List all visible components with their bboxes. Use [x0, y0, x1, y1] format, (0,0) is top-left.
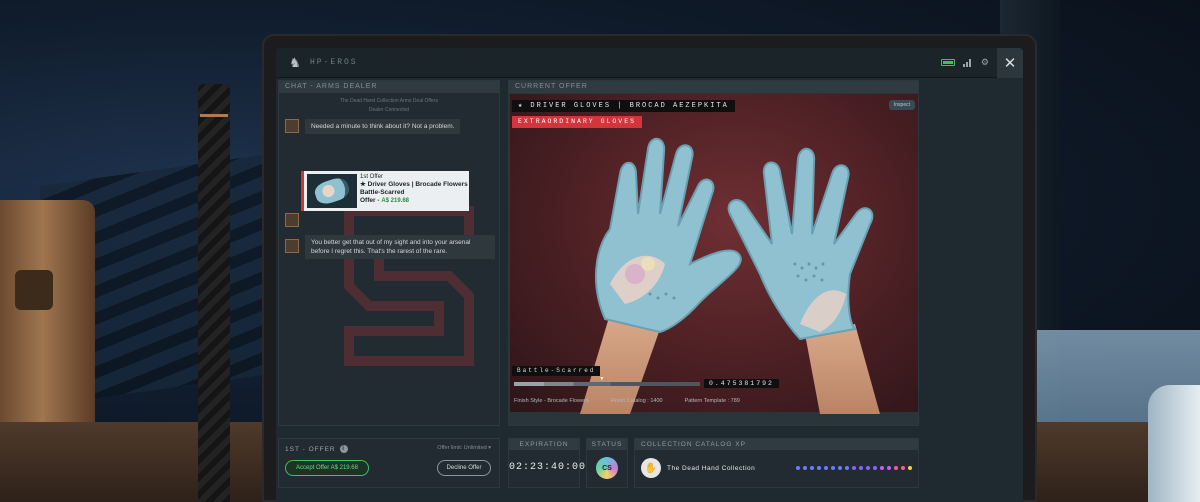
offer-actions-panel: 1ST - OFFER i Offer limit: Unlimited ▾ A…	[278, 438, 500, 488]
xp-dot	[803, 466, 807, 470]
xp-dot	[845, 466, 849, 470]
chat-meta-status: Dealer Connected	[368, 107, 410, 113]
cs-status-icon: CS	[596, 457, 618, 479]
xp-dot	[817, 466, 821, 470]
chat-header: Chat - Arms Dealer	[279, 81, 499, 93]
xp-dot	[894, 466, 898, 470]
background-cabinet	[0, 200, 95, 460]
xp-dot	[810, 466, 814, 470]
offer-info: 1st Offer ★ Driver Gloves | Brocade Flow…	[360, 171, 468, 211]
decline-offer-button[interactable]: Decline Offer	[437, 460, 491, 476]
rarity-label: EXTRAORDINARY GLOVES	[512, 116, 643, 128]
xp-dot	[866, 466, 870, 470]
xp-dot	[859, 466, 863, 470]
xp-dot	[880, 466, 884, 470]
watermark-logo-icon	[344, 206, 474, 366]
offer-limit-dropdown[interactable]: Offer limit: Unlimited ▾	[437, 445, 491, 451]
offer-label: 1st Offer	[360, 174, 383, 180]
close-button[interactable]: ✕	[997, 48, 1023, 78]
mug	[1148, 385, 1200, 502]
xp-dot	[908, 466, 912, 470]
dealer-avatar	[285, 213, 299, 227]
dealer-avatar	[285, 239, 299, 253]
chat-message: Needed a minute to think about it? Not a…	[285, 119, 461, 134]
status-panel: Status CS	[586, 438, 628, 488]
close-icon: ✕	[1003, 54, 1017, 72]
xp-dot	[838, 466, 842, 470]
battery-icon	[940, 59, 955, 66]
laptop-screen: ♞ HP-EROS ⚙ ✕ Chat - Arms Dealer The Dea…	[276, 48, 1023, 502]
horse-logo-icon: ♞	[289, 54, 301, 70]
current-offer-header: Current Offer	[509, 81, 918, 93]
settings-icon[interactable]: ⚙	[981, 57, 989, 68]
xp-progress-dots	[796, 466, 912, 470]
collection-xp-header: Collection Catalog XP	[635, 439, 918, 450]
current-offer-panel: Current Offer	[508, 80, 919, 426]
system-tray: ⚙	[940, 57, 989, 68]
xp-dot	[873, 466, 877, 470]
offer-wear: Battle-Scarred	[360, 189, 405, 196]
chat-meta: The Dead Hand Collection Arms Deal Offer…	[279, 97, 499, 115]
brand-name: HP-EROS	[310, 58, 358, 67]
chat-panel: Chat - Arms Dealer The Dead Hand Collect…	[278, 80, 500, 426]
xp-dot	[887, 466, 891, 470]
offer-price: A$ 219.68	[381, 198, 410, 204]
accept-offer-button[interactable]: Accept Offer A$ 219.68	[285, 460, 369, 476]
dead-hand-icon: ✋	[641, 458, 661, 478]
offer-bar-title: 1ST - OFFER i	[285, 445, 348, 453]
float-marker-icon: ▼	[599, 376, 605, 382]
laptop: ♞ HP-EROS ⚙ ✕ Chat - Arms Dealer The Dea…	[262, 34, 1037, 502]
xp-dot	[824, 466, 828, 470]
float-bar	[514, 382, 700, 386]
xp-dot	[901, 466, 905, 470]
chat-message: You better get that out of my sight and …	[285, 235, 495, 259]
item-name-label: ★ DRIVER GLOVES | BROCAD AEZEPKITA	[512, 100, 735, 112]
offer-price-label: Offer -	[360, 197, 382, 204]
chat-meta-collection: The Dead Hand Collection Arms Deal Offer…	[339, 98, 438, 104]
signal-icon	[962, 58, 973, 67]
pattern-template: Pattern Template : 789	[684, 398, 740, 404]
wear-label: Battle-Scarred	[512, 366, 601, 376]
xp-dot	[852, 466, 856, 470]
finish-details: Finish Style - Brocade Flowers Finish Ca…	[514, 398, 740, 404]
info-icon[interactable]: i	[339, 445, 348, 453]
chat-bubble: Needed a minute to think about it? Not a…	[305, 119, 461, 134]
chat-bubble: You better get that out of my sight and …	[305, 235, 495, 259]
xp-dot	[831, 466, 835, 470]
expiration-panel: Expiration 02:23:40:00	[508, 438, 587, 488]
collection-name: The Dead Hand Collection	[667, 464, 756, 472]
finish-catalog: Finish Catalog : 1400	[610, 398, 663, 404]
expiration-timer: 02:23:40:00	[509, 462, 587, 473]
finish-style: Finish Style - Brocade Flowers	[514, 398, 589, 404]
item-viewer[interactable]: ★ DRIVER GLOVES | BROCAD AEZEPKITA EXTRA…	[510, 94, 918, 414]
offer-card[interactable]: 1st Offer ★ Driver Gloves | Brocade Flow…	[301, 171, 469, 211]
dealer-avatar-row	[285, 153, 299, 227]
driver-gloves-image	[580, 137, 880, 414]
status-header: Status	[587, 439, 627, 450]
xp-dot	[796, 466, 800, 470]
glove-thumbnail	[307, 174, 357, 208]
inspect-button[interactable]: Inspect	[888, 100, 915, 110]
collection-xp-panel: Collection Catalog XP ✋ The Dead Hand Co…	[634, 438, 919, 488]
expiration-header: Expiration	[509, 439, 579, 450]
collection-row: ✋ The Dead Hand Collection	[635, 450, 918, 478]
dealer-avatar	[285, 119, 299, 133]
antenna	[198, 84, 230, 502]
top-bar: ♞ HP-EROS ⚙ ✕	[276, 48, 1023, 78]
float-value: 0.475381792	[704, 379, 779, 388]
offer-item-name: ★ Driver Gloves | Brocade Flowers	[360, 181, 468, 188]
offer-bar-title-text: 1ST - OFFER	[285, 445, 336, 453]
